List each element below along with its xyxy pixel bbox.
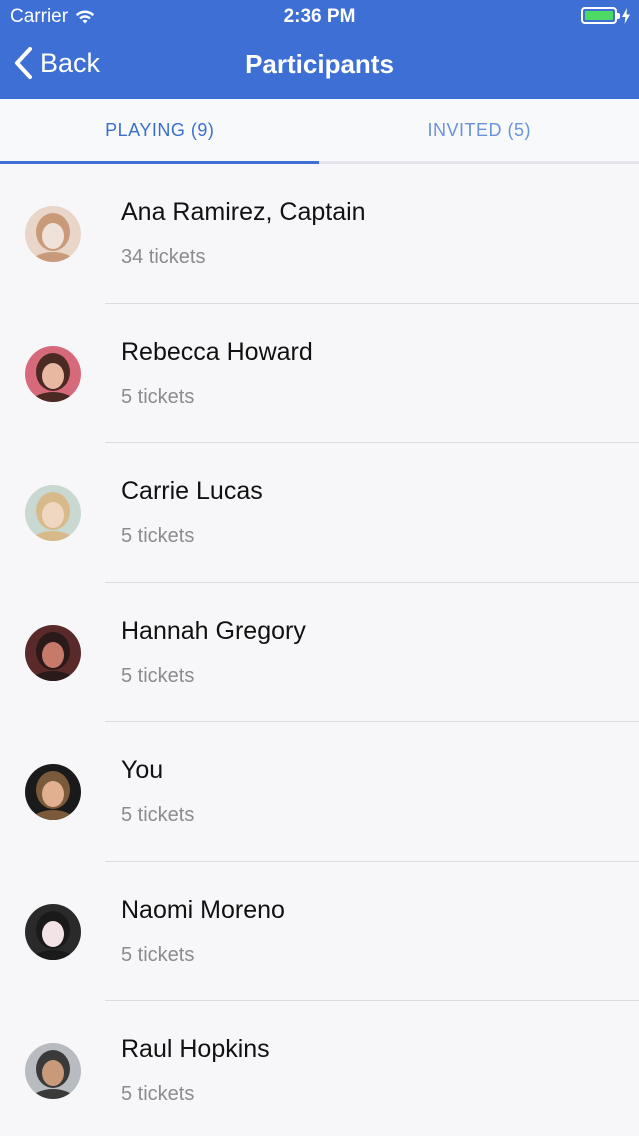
participant-name: Rebecca Howard <box>121 337 313 366</box>
avatar-photo <box>25 206 81 262</box>
participant-list: Ana Ramirez, Captain 34 tickets Rebecca … <box>0 164 639 1136</box>
participant-row[interactable]: Hannah Gregory 5 tickets <box>0 583 639 722</box>
participant-tickets: 5 tickets <box>121 1083 195 1105</box>
avatar-photo <box>25 485 81 541</box>
segmented-tabs: PLAYING (9) INVITED (5) <box>0 99 639 164</box>
avatar <box>25 1043 81 1099</box>
battery-indicator <box>581 7 631 24</box>
page-title: Participants <box>245 49 394 79</box>
avatar <box>25 624 81 681</box>
participant-row[interactable]: You 5 tickets <box>0 722 639 862</box>
avatar <box>25 764 81 820</box>
navigation-bar: Back Participants <box>0 34 639 99</box>
participant-tickets: 5 tickets <box>121 385 195 408</box>
tab-playing-label: PLAYING (9) <box>105 119 215 140</box>
participant-tickets: 5 tickets <box>121 943 195 966</box>
participant-tickets: 34 tickets <box>121 246 206 268</box>
participant-name: Hannah Gregory <box>121 616 306 645</box>
avatar-photo <box>25 624 81 681</box>
participant-name: Raul Hopkins <box>121 1035 270 1063</box>
tab-invited-label: INVITED (5) <box>427 119 531 140</box>
battery-icon <box>581 7 620 24</box>
tab-playing[interactable]: PLAYING (9) <box>0 99 320 164</box>
avatar-photo <box>25 345 81 402</box>
battery-fill <box>585 11 613 20</box>
status-time: 2:36 PM <box>283 6 356 27</box>
avatar <box>25 206 81 262</box>
avatar-photo <box>25 903 81 960</box>
tab-invited[interactable]: INVITED (5) <box>320 99 639 161</box>
avatar-photo <box>25 764 81 820</box>
avatar-photo <box>25 1043 81 1099</box>
status-bar: Carrier 2:36 PM <box>0 0 639 34</box>
participant-row[interactable]: Carrie Lucas 5 tickets <box>0 443 639 583</box>
participant-name: You <box>121 756 164 784</box>
participant-row[interactable]: Naomi Moreno 5 tickets <box>0 862 639 1001</box>
avatar <box>25 345 81 402</box>
charging-bolt-icon <box>622 7 630 24</box>
participant-row[interactable]: Ana Ramirez, Captain 34 tickets <box>0 164 639 304</box>
avatar <box>25 485 81 541</box>
participant-name: Naomi Moreno <box>121 895 285 924</box>
participant-tickets: 5 tickets <box>121 804 195 826</box>
avatar <box>25 903 81 960</box>
header: Carrier 2:36 PM Back Participants <box>0 0 639 99</box>
participant-row[interactable]: Rebecca Howard 5 tickets <box>0 304 639 443</box>
participant-row[interactable]: Raul Hopkins 5 tickets <box>0 1001 639 1136</box>
participant-name: Ana Ramirez, Captain <box>121 198 366 226</box>
participant-tickets: 5 tickets <box>121 525 195 547</box>
participant-tickets: 5 tickets <box>121 664 195 687</box>
participant-name: Carrie Lucas <box>121 477 263 505</box>
